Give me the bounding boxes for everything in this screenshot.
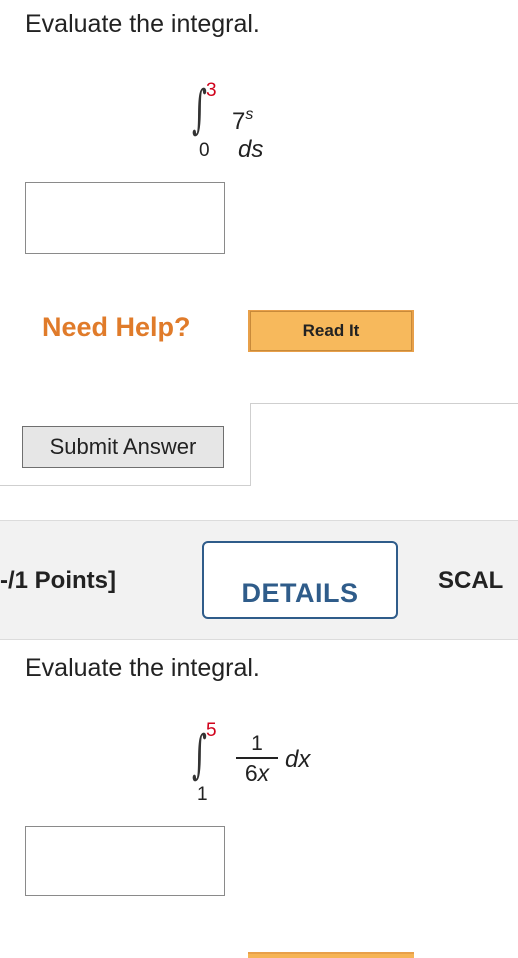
question-prompt: Evaluate the integral. <box>25 10 260 38</box>
fraction-numerator: 1 <box>251 732 263 755</box>
fraction: 1 6x <box>236 733 278 785</box>
answer-input-2[interactable] <box>25 826 225 896</box>
panel-side-edge <box>250 403 251 486</box>
read-it-button[interactable]: Read It <box>248 310 414 352</box>
submit-answer-button[interactable]: Submit Answer <box>22 426 224 468</box>
lower-limit: 0 <box>199 140 210 161</box>
details-button[interactable]: DETAILS <box>202 541 398 619</box>
lower-limit-2: 1 <box>197 784 208 805</box>
read-it-label: Read It <box>250 311 412 351</box>
scale-label: SCAL <box>438 567 504 594</box>
differential: ds <box>238 136 264 163</box>
fraction-denominator: 6x <box>245 759 269 785</box>
integral-sign-2: ∫ <box>192 725 207 785</box>
panel-top-edge <box>250 403 518 404</box>
integrand-base: 7 <box>232 108 246 135</box>
upper-limit-2: 5 <box>206 720 217 741</box>
panel-bottom-edge <box>0 485 251 486</box>
question-prompt-2: Evaluate the integral. <box>25 654 260 682</box>
points-label: -/1 Points] <box>0 567 117 594</box>
upper-limit: 3 <box>206 80 217 101</box>
integral-sign: ∫ <box>192 80 207 140</box>
integrand-exponent: s <box>245 106 254 123</box>
denominator-coef: 6 <box>244 760 258 786</box>
answer-input[interactable] <box>25 182 225 254</box>
integrand: 7s ds <box>232 106 264 164</box>
differential-2: dx <box>285 746 311 773</box>
denominator-var: x <box>257 760 270 786</box>
read-it-button-2-partial[interactable] <box>248 952 414 958</box>
question-header: -/1 Points] DETAILS SCAL <box>0 520 518 640</box>
need-help-label: Need Help? <box>42 312 191 342</box>
